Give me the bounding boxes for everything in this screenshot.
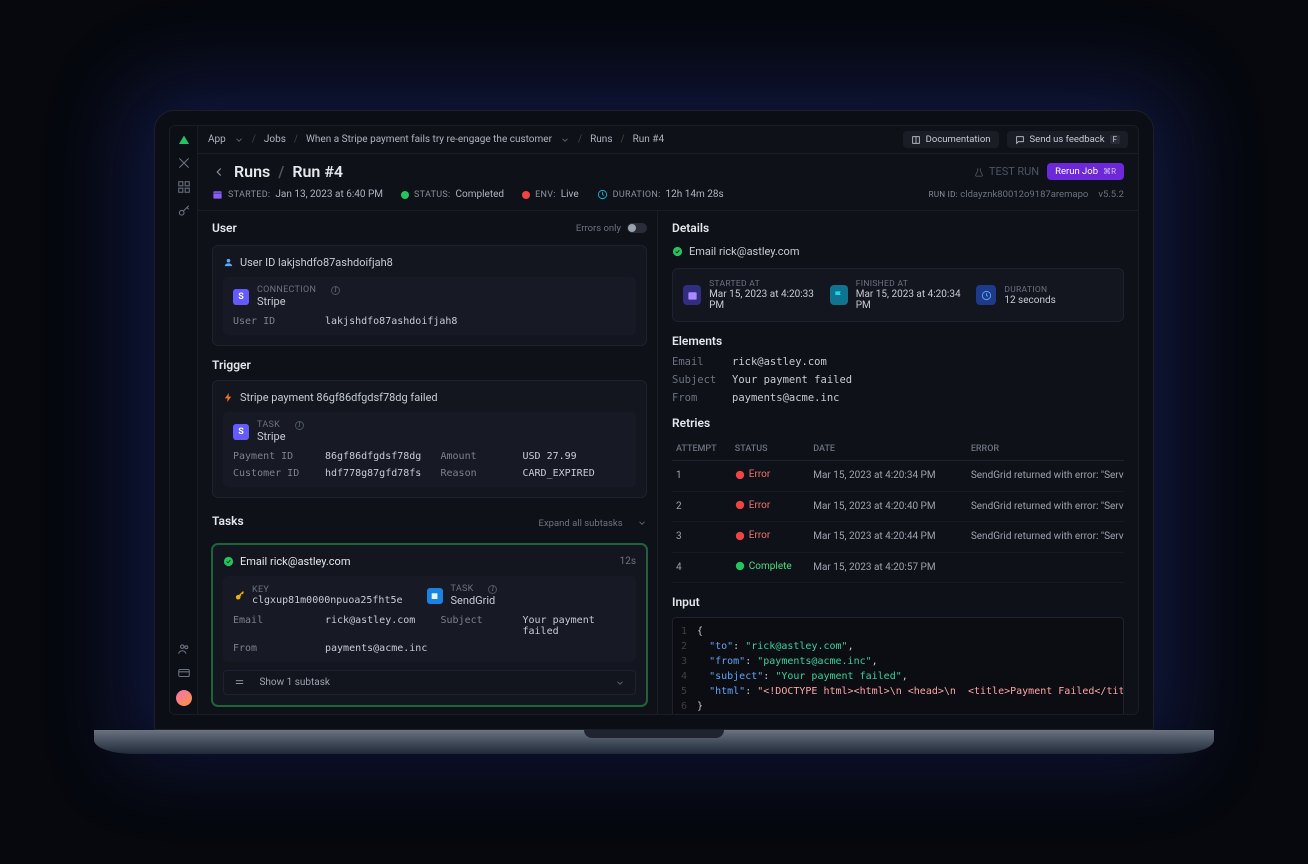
info-icon (331, 286, 340, 295)
docs-button[interactable]: Documentation (903, 131, 999, 148)
sendgrid-icon: ▦ (427, 588, 443, 604)
layers-icon (234, 677, 245, 688)
user-heading: User (212, 221, 237, 235)
table-row[interactable]: 4CompleteMar 15, 2023 at 4:20:57 PM (672, 552, 1124, 583)
bolt-icon (223, 392, 234, 403)
crumb-runs[interactable]: Runs (590, 134, 612, 145)
input-code: 1{ 2 "to": "rick@astley.com", 3 "from": … (672, 617, 1124, 714)
retries-heading: Retries (672, 416, 1124, 430)
tools-icon[interactable] (177, 156, 191, 170)
details-meta-tiles: STARTED ATMar 15, 2023 at 4:20:33 PM FIN… (672, 268, 1124, 322)
task-connection: SendGrid (451, 594, 498, 607)
env-dot-icon (522, 191, 530, 199)
run-header: Runs / Run #4 TEST RUN Rerun Job⌘R START… (198, 154, 1138, 211)
table-row[interactable]: 1ErrorMar 15, 2023 at 4:20:34 PMSendGrid… (672, 461, 1124, 492)
crumb-run: Run #4 (633, 134, 664, 145)
table-row[interactable]: 3ErrorMar 15, 2023 at 4:20:44 PMSendGrid… (672, 522, 1124, 553)
laptop-base (94, 730, 1214, 754)
expand-subtasks-button[interactable]: Expand all subtasks (539, 518, 647, 529)
show-subtask-button[interactable]: Show 1 subtask (223, 670, 636, 695)
task-duration: 12s (620, 556, 636, 567)
status-icon (735, 470, 745, 480)
tasks-heading: Tasks (212, 514, 244, 528)
input-heading: Input (672, 595, 1124, 609)
clock-icon (976, 285, 996, 305)
key-icon (233, 590, 244, 601)
crumb-app[interactable]: App (208, 134, 226, 145)
version-label: v5.5.2 (1098, 189, 1124, 200)
flag-icon (830, 285, 848, 305)
table-row[interactable]: 2ErrorMar 15, 2023 at 4:20:40 PMSendGrid… (672, 491, 1124, 522)
details-heading: Details (672, 221, 709, 235)
env-chip: ENV:Live (522, 189, 579, 200)
app-window: App / Jobs / When a Stripe payment fails… (169, 125, 1139, 715)
key-icon[interactable] (177, 204, 191, 218)
user-id-line: User ID lakjshdfo87ashdoifjah8 (240, 256, 393, 269)
info-icon (295, 421, 304, 430)
status-icon (735, 561, 745, 571)
user-icon (223, 257, 234, 268)
errors-only-toggle[interactable]: Errors only (576, 223, 647, 234)
book-icon (911, 135, 921, 145)
trigger-title: Stripe payment 86gf86dfgdsf78dg failed (240, 391, 438, 404)
logo-icon (177, 134, 191, 146)
calendar-icon (212, 189, 223, 200)
stripe-icon: S (233, 424, 249, 440)
page-title: Runs / Run #4 (234, 162, 343, 181)
retries-table: ATTEMPTSTATUSDATEERROR 1ErrorMar 15, 202… (672, 438, 1124, 583)
status-chip: STATUS:Completed (401, 189, 504, 200)
trigger-task-name: Stripe (257, 430, 304, 443)
started-chip: STARTED:Jan 13, 2023 at 6:40 PM (212, 189, 383, 200)
details-title: Email rick@astley.com (672, 245, 1124, 258)
task-key: clgxup81m0000npuoa25fht5e (252, 595, 403, 606)
info-icon (488, 585, 497, 594)
crumb-job-name[interactable]: When a Stripe payment fails try re-engag… (306, 134, 552, 145)
chevron-down-icon (615, 678, 625, 688)
sidebar (170, 126, 198, 714)
check-circle-icon (672, 246, 683, 257)
status-dot-icon (401, 191, 409, 199)
beaker-icon (974, 167, 984, 177)
task-card-selected[interactable]: Email rick@astley.com 12s KEYclgxup81m00… (212, 544, 647, 706)
user-card[interactable]: User ID lakjshdfo87ashdoifjah8 S CONNECT… (212, 245, 647, 346)
elements-list: Emailrick@astley.com SubjectYour payment… (672, 356, 1124, 404)
breadcrumb-bar: App / Jobs / When a Stripe payment fails… (198, 126, 1138, 154)
feedback-button[interactable]: Send us feedbackF (1007, 131, 1128, 148)
grid-icon[interactable] (177, 180, 191, 194)
card-icon[interactable] (177, 666, 191, 680)
trigger-card[interactable]: Stripe payment 86gf86dfgdsf78dg failed S… (212, 380, 647, 498)
elements-heading: Elements (672, 334, 1124, 348)
chevron-down-icon (637, 518, 647, 528)
connection-name: Stripe (257, 295, 340, 308)
chat-icon (1015, 135, 1025, 145)
calendar-icon (683, 285, 701, 305)
status-icon (735, 531, 745, 541)
task-title: Email rick@astley.com (240, 555, 350, 568)
chevron-down-icon[interactable] (560, 135, 570, 145)
check-circle-icon (223, 556, 234, 567)
crumb-jobs[interactable]: Jobs (264, 134, 286, 145)
rerun-job-button[interactable]: Rerun Job⌘R (1047, 163, 1124, 180)
duration-chip: DURATION:12h 14m 28s (597, 189, 724, 200)
test-run-button: TEST RUN (974, 165, 1039, 178)
back-button[interactable] (212, 165, 226, 179)
avatar[interactable] (176, 690, 192, 706)
users-icon[interactable] (177, 642, 191, 656)
trigger-heading: Trigger (212, 358, 647, 372)
stripe-icon: S (233, 289, 249, 305)
toggle-icon[interactable] (627, 223, 647, 233)
status-icon (735, 500, 745, 510)
clock-icon (597, 189, 608, 200)
chevron-down-icon[interactable] (234, 135, 244, 145)
